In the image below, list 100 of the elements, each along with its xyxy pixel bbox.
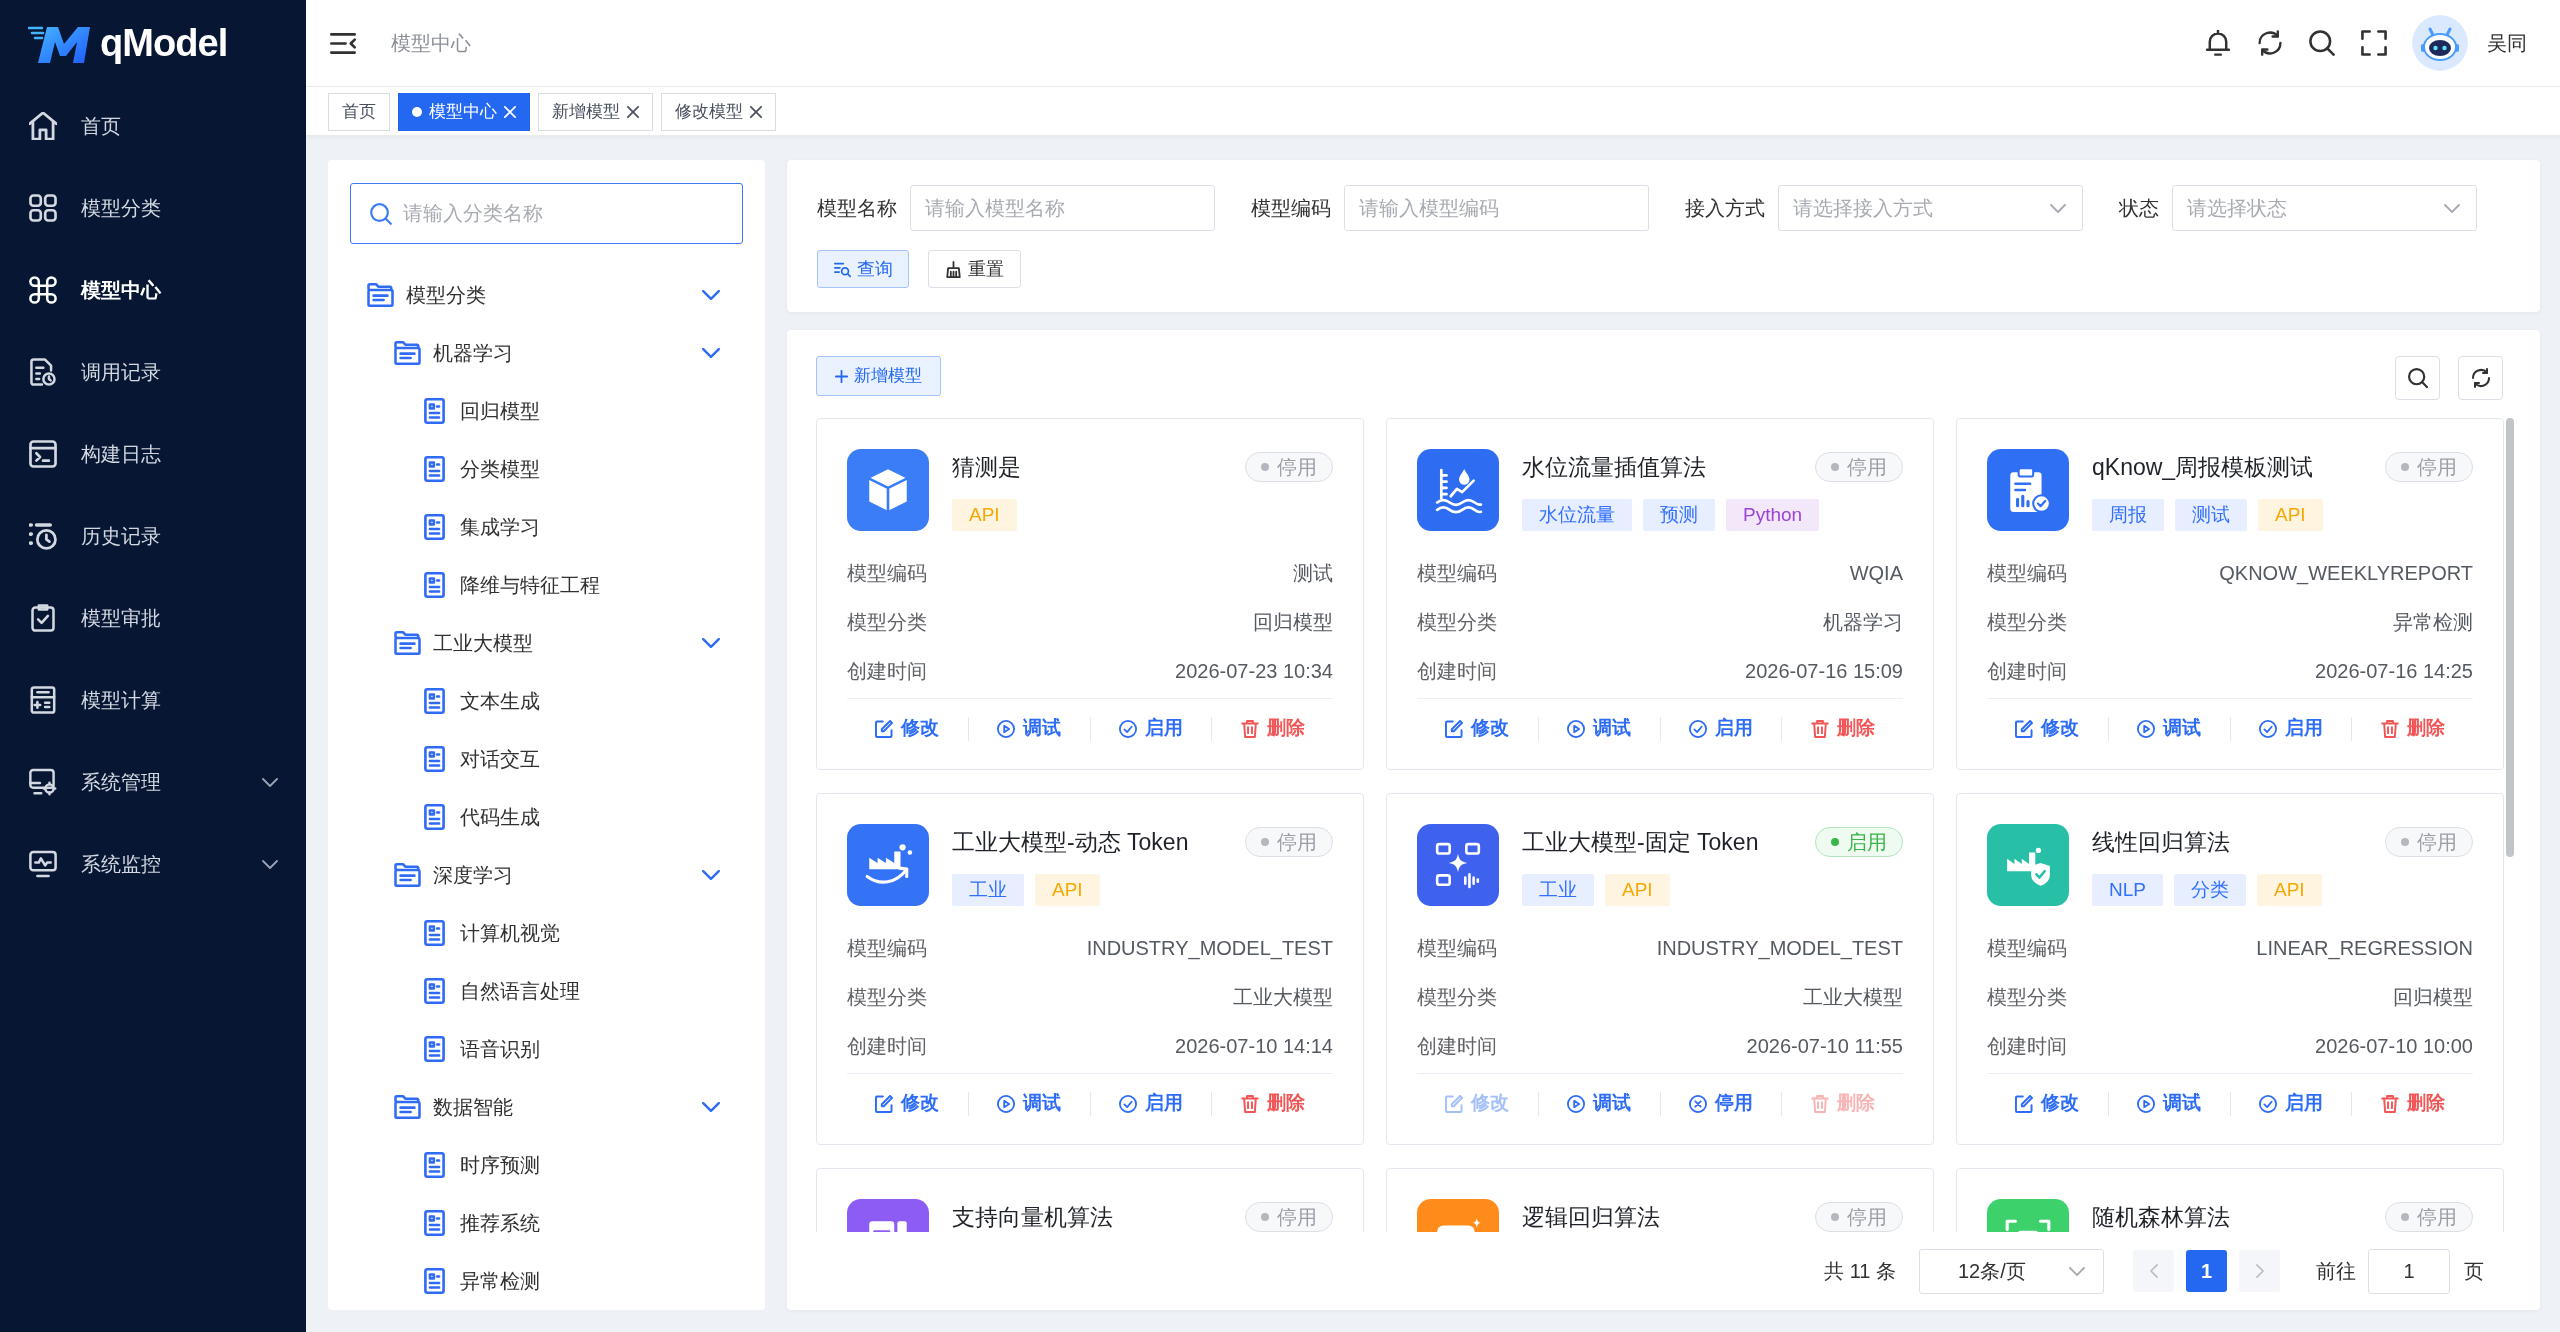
disable-button[interactable]: 停用 [1688,1089,1753,1118]
nav-item[interactable]: 模型分类 [29,193,161,223]
document-icon [423,514,445,540]
folder-icon [366,283,394,307]
nav-item[interactable]: 系统管理 [29,767,161,797]
status-label: 停用 [2417,455,2457,480]
folder-icon [393,631,421,655]
debug-button[interactable]: 调试 [997,1089,1062,1118]
tab[interactable]: 修改模型 [661,93,776,131]
edit-button[interactable]: 修改 [875,1089,940,1118]
nav-item[interactable]: 历史记录 [29,521,161,551]
chevron-down-icon[interactable] [702,290,720,300]
close-icon[interactable] [627,106,639,118]
chevron-down-icon[interactable] [702,638,720,648]
tree-item[interactable]: 代码生成 [420,802,540,832]
tab[interactable]: 新增模型 [538,93,653,131]
model-card[interactable]: qKnow_周报模板测试 停用 周报 测试 API 模型编码 QKNOW_WEEKLYREPORT 模型分类 异常检测 创建时间 2026-07-16 14:25 修改 调试 启用 删除 [1956,418,2504,770]
tree-item[interactable]: 模型分类 [366,280,486,310]
page-button[interactable]: 1 [2186,1250,2227,1292]
field-label: 模型编码 [1987,935,2067,961]
enable-button[interactable]: 启用 [1118,1089,1183,1118]
page-input[interactable]: 1 [2368,1248,2450,1294]
tree-item[interactable]: 集成学习 [420,512,540,542]
nav-item[interactable]: 首页 [29,111,121,141]
chevron-down-icon[interactable] [702,1102,720,1112]
tree-item[interactable]: 文本生成 [420,686,540,716]
edit-button[interactable]: 修改 [1445,714,1510,743]
field-value: 机器学习 [1823,609,1903,635]
field-label: 接入方式 [1685,196,1765,221]
chevron-down-icon[interactable] [702,870,720,880]
chevron-down-icon[interactable] [262,859,278,869]
enable-button[interactable]: 启用 [2258,714,2323,743]
nav-item[interactable]: 调用记录 [29,357,161,387]
search-field[interactable]: 请输入分类名称 [350,183,743,244]
total-count: 共 11 条 [1824,1259,1896,1284]
text-field[interactable]: 请输入模型名称 [910,185,1215,231]
tree-item[interactable]: 语音识别 [420,1034,540,1064]
tree-item[interactable]: 分类模型 [420,454,540,484]
status-label: 停用 [1847,1205,1887,1230]
field-label: 创建时间 [1417,658,1497,684]
nav-item[interactable]: 模型审批 [29,603,161,633]
query-button[interactable]: 查询 [817,250,909,288]
text-field[interactable]: 请输入模型编码 [1344,185,1649,231]
search-icon[interactable] [2309,30,2335,56]
page-size-select[interactable]: 12条/页 [1919,1248,2104,1294]
debug-button[interactable]: 调试 [2137,714,2202,743]
x-circle-icon [1688,1094,1707,1113]
tree-item[interactable]: 降维与特征工程 [420,570,600,600]
tree-item[interactable]: 工业大模型 [393,628,533,658]
tab[interactable]: 模型中心 [398,93,530,131]
chevron-down-icon[interactable] [702,348,720,358]
model-card[interactable]: 工业大模型-动态 Token 停用 工业 API 模型编码 INDUSTRY_MODEL_TEST 模型分类 工业大模型 创建时间 2026-07-10 14:14 修改 调试 启用 删除 [816,793,1364,1145]
nav-item[interactable]: 模型中心 [29,275,161,305]
debug-button[interactable]: 调试 [1567,1089,1632,1118]
nav-item[interactable]: 模型计算 [29,685,161,715]
play-circle-icon [1567,719,1586,738]
refresh-button[interactable] [2458,356,2503,400]
edit-button[interactable]: 修改 [2015,1089,2080,1118]
tree-item[interactable]: 自然语言处理 [420,976,580,1006]
debug-button[interactable]: 调试 [1567,714,1632,743]
edit-button[interactable]: 修改 [2015,714,2080,743]
field-value: INDUSTRY_MODEL_TEST [1086,935,1333,962]
fullscreen-icon[interactable] [2361,30,2387,56]
chevron-down-icon[interactable] [262,777,278,787]
robot-avatar-icon[interactable] [2412,15,2468,71]
tree-item[interactable]: 异常检测 [420,1266,540,1296]
edit-button[interactable]: 修改 [875,714,940,743]
model-card[interactable]: 逻辑回归算法 停用 [1386,1168,1934,1232]
refresh-icon[interactable] [2257,30,2283,56]
menu-icon[interactable] [330,32,356,54]
nav-item[interactable]: 构建日志 [29,439,161,469]
search-button[interactable] [2395,356,2440,400]
debug-button[interactable]: 调试 [2137,1089,2202,1118]
model-card[interactable]: 水位流量插值算法 停用 水位流量 预测 Python 模型编码 WQIA 模型分类 机器学习 创建时间 2026-07-16 15:09 修改 调试 启用 删除 [1386,418,1934,770]
scrollbar-thumb[interactable] [2506,418,2514,857]
debug-button[interactable]: 调试 [997,714,1062,743]
tree-item[interactable]: 回归模型 [420,396,540,426]
add-model-button[interactable]: 新增模型 [816,356,941,396]
enable-button[interactable]: 启用 [2258,1089,2323,1118]
close-icon[interactable] [750,106,762,118]
tree-item[interactable]: 时序预测 [420,1150,540,1180]
enable-button[interactable]: 启用 [1118,714,1183,743]
tree-item[interactable]: 机器学习 [393,338,513,368]
tree-item[interactable]: 数据智能 [393,1092,513,1122]
tree-item[interactable]: 计算机视觉 [420,918,560,948]
select-field[interactable]: 请选择接入方式 [1778,185,2083,231]
field-value: 测试 [1293,560,1333,586]
tree-item[interactable]: 深度学习 [393,860,513,890]
tree-item[interactable]: 推荐系统 [420,1208,540,1238]
select-field[interactable]: 请选择状态 [2172,185,2477,231]
document-icon [423,978,445,1004]
model-card[interactable]: 支持向量机算法 停用 [816,1168,1364,1232]
nav-item[interactable]: 系统监控 [29,849,161,879]
model-card[interactable]: 猜测是 停用 API 模型编码 测试 模型分类 回归模型 创建时间 2026-07-23 10:34 修改 调试 启用 删除 [816,418,1364,770]
tab[interactable]: 首页 [328,93,390,131]
enable-button[interactable]: 启用 [1688,714,1753,743]
tree-item[interactable]: 对话交互 [420,744,540,774]
bell-icon[interactable] [2205,30,2231,56]
model-card[interactable]: 线性回归算法 停用 NLP 分类 API 模型编码 LINEAR_REGRESSION 模型分类 回归模型 创建时间 2026-07-10 10:00 修改 调试 启用 删除 [1956,793,2504,1145]
reset-button[interactable]: 重置 [928,250,1021,288]
